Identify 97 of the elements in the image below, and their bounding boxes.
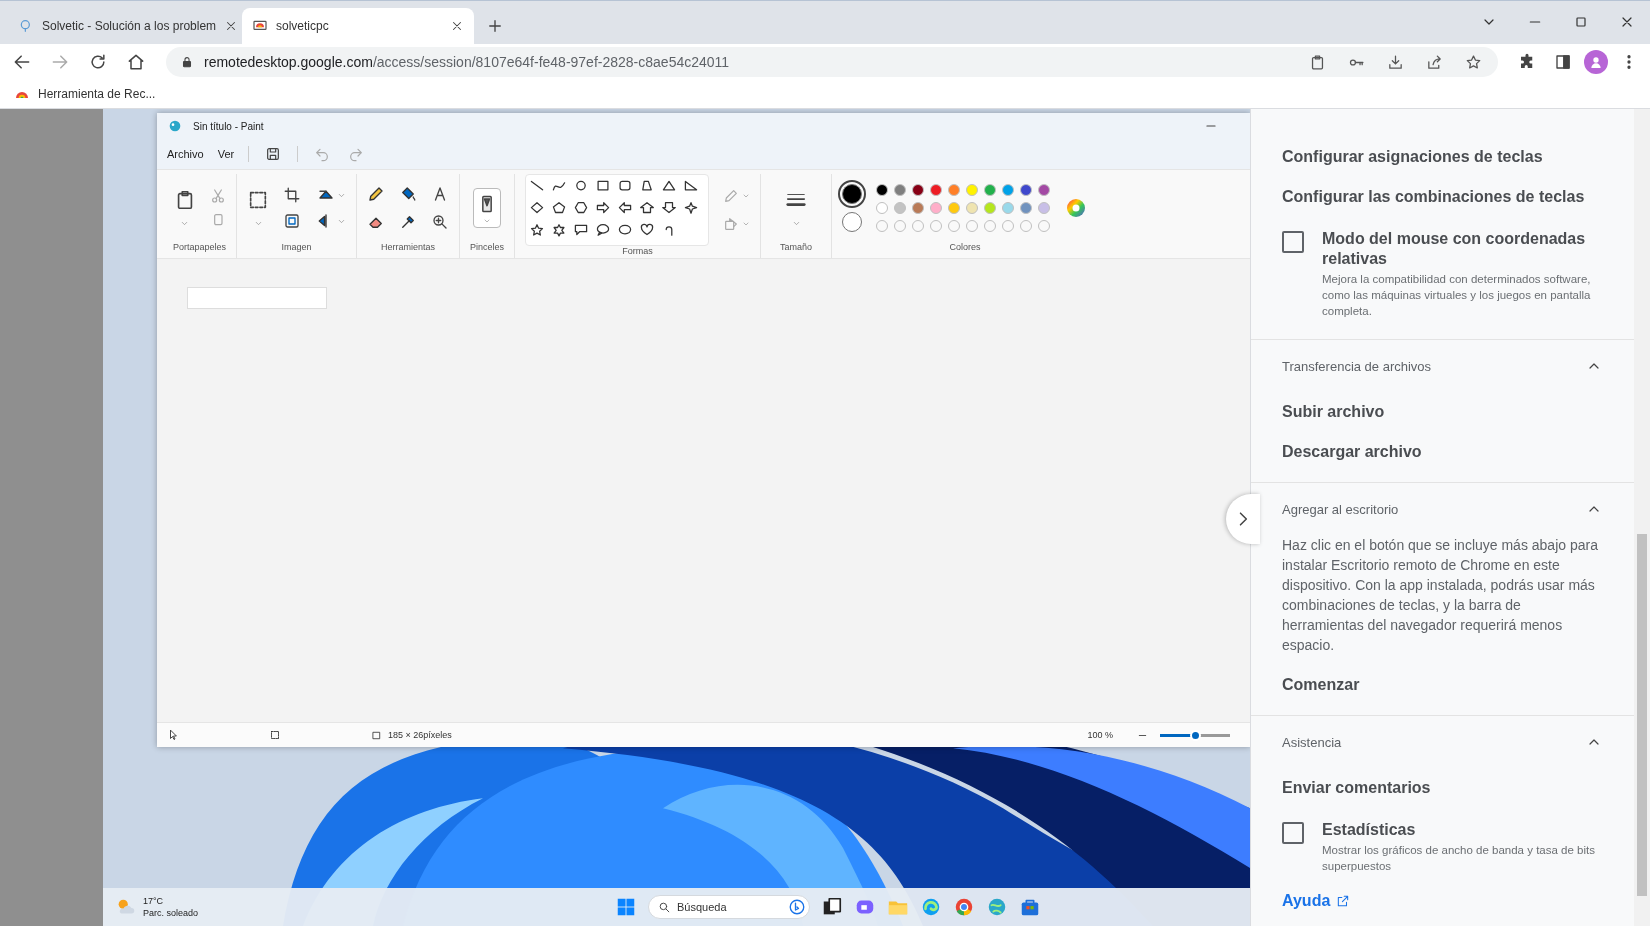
- help-link[interactable]: Ayuda: [1282, 892, 1351, 910]
- fill-bucket-icon[interactable]: [399, 185, 418, 203]
- menu-item[interactable]: Configurar las combinaciones de teclas: [1251, 177, 1634, 217]
- color-swatch[interactable]: [876, 184, 889, 196]
- star-icon[interactable]: [1465, 53, 1482, 71]
- checkbox-description: Mostrar los gráficos de ancho de banda y tasa de bits superpuestos: [1322, 843, 1596, 874]
- selection-icon: [269, 729, 281, 741]
- checkbox-description: Mejora la compatibilidad con determinados software, como las máquinas virtuales y los juegos en pantalla completa.: [1322, 272, 1592, 319]
- lock-icon[interactable]: [180, 55, 194, 69]
- canvas-size-icon: [371, 729, 382, 741]
- person-icon: [1588, 54, 1604, 70]
- maximize-icon[interactable]: [1573, 14, 1589, 30]
- forward-icon[interactable]: [50, 52, 70, 72]
- color-swatch[interactable]: [948, 202, 961, 214]
- scissors-icon[interactable]: [209, 188, 226, 204]
- chrome-icon[interactable]: [953, 896, 975, 918]
- avatar[interactable]: [1584, 50, 1608, 74]
- external-link-icon: [1336, 894, 1351, 908]
- menu-item[interactable]: Comenzar: [1251, 665, 1634, 705]
- reload-icon[interactable]: [88, 52, 108, 72]
- group-label: Colores: [949, 242, 981, 254]
- bookmark[interactable]: Herramienta de Rec...: [14, 86, 156, 102]
- undo-icon[interactable]: [314, 146, 331, 162]
- color-swatch[interactable]: [1038, 184, 1051, 196]
- color-swatch[interactable]: [894, 184, 907, 196]
- menu-item[interactable]: Configurar asignaciones de teclas: [1251, 137, 1634, 177]
- browser-tab[interactable]: Solvetic - Solución a los problem: [8, 8, 240, 44]
- checkbox[interactable]: [1282, 231, 1304, 253]
- caret-icon[interactable]: [742, 220, 751, 228]
- section-header[interactable]: Agregar al escritorio: [1263, 483, 1634, 535]
- current-color-swatch[interactable]: [842, 184, 863, 204]
- clipboard-icon[interactable]: [1309, 53, 1326, 71]
- canvas-size: 185 × 26píxeles: [388, 730, 452, 740]
- paint-palette-icon: [167, 118, 183, 134]
- new-tab-icon[interactable]: [486, 17, 504, 35]
- slider-thumb[interactable]: [1190, 729, 1201, 741]
- fill-icon[interactable]: [723, 216, 740, 232]
- color-swatch[interactable]: [1020, 184, 1033, 196]
- color-swatch[interactable]: [930, 202, 943, 214]
- color-swatch[interactable]: [984, 202, 997, 214]
- search-icon: [658, 901, 671, 914]
- menu-item[interactable]: Subir archivo: [1251, 392, 1634, 432]
- home-icon[interactable]: [126, 52, 146, 72]
- color-swatch[interactable]: [966, 184, 979, 196]
- pointer-icon: [167, 729, 179, 741]
- window-title: Sin título - Paint: [193, 120, 264, 132]
- globe-icon[interactable]: [986, 896, 1008, 918]
- group-label: Tamaño: [780, 242, 813, 254]
- temperature: 17°C: [143, 895, 165, 907]
- weather-condition: Parc. soleado: [143, 907, 199, 919]
- install-icon[interactable]: [1387, 53, 1404, 71]
- browser-tab[interactable]: solveticpc: [242, 8, 474, 44]
- close-icon[interactable]: [450, 19, 464, 33]
- crop-icon[interactable]: [283, 186, 302, 204]
- zoom-level: 100 %: [1087, 730, 1113, 740]
- color-swatch[interactable]: [894, 202, 907, 214]
- menu-item[interactable]: Descargar archivo: [1251, 432, 1634, 472]
- windows-start-icon[interactable]: [615, 896, 637, 918]
- color-swatch[interactable]: [912, 202, 925, 214]
- browser-wave-icon[interactable]: [920, 896, 942, 918]
- group-label: Imagen: [281, 242, 312, 254]
- color-swatch[interactable]: [912, 184, 925, 196]
- caret-icon[interactable]: [483, 217, 492, 225]
- side-panel-icon[interactable]: [1554, 53, 1572, 71]
- description-text: Haz clic en el botón que se incluye más abajo para instalar Escritorio remoto de Chrome en este dispositivo. Con la app instalada, podrás usar más combinaciones de teclas, y la barra de herramientas del navegador requerirá menos espacio.: [1282, 536, 1599, 655]
- color-swatch[interactable]: [1002, 184, 1015, 196]
- color-swatch[interactable]: [930, 184, 943, 196]
- scrollbar[interactable]: [1634, 109, 1650, 926]
- group-label: Formas: [622, 246, 653, 258]
- color-swatch[interactable]: [948, 184, 961, 196]
- group-label: Pinceles: [470, 242, 505, 254]
- group-label: Herramientas: [381, 242, 436, 254]
- menu-item[interactable]: Enviar comentarios: [1251, 768, 1634, 808]
- checkbox[interactable]: [1282, 822, 1304, 844]
- search-field[interactable]: Búsqueda: [648, 895, 810, 919]
- color-swatch[interactable]: [1020, 202, 1033, 214]
- redo-icon[interactable]: [348, 146, 365, 162]
- save-icon[interactable]: [265, 146, 282, 162]
- brush-button[interactable]: [473, 188, 502, 228]
- color-swatch[interactable]: [1038, 202, 1051, 214]
- group-label: Portapapeles: [173, 242, 227, 254]
- resize-icon[interactable]: [283, 212, 302, 230]
- bing-icon[interactable]: [788, 898, 806, 916]
- outline-icon[interactable]: [723, 188, 740, 204]
- menu-item[interactable]: Ver: [217, 148, 235, 160]
- color-swatch[interactable]: [1002, 202, 1015, 214]
- color-swatch[interactable]: [876, 202, 889, 214]
- color-swatch[interactable]: [966, 202, 979, 214]
- checkbox-label: Modo del mouse con coordenadas relativas: [1322, 229, 1587, 269]
- current-color-swatch[interactable]: [842, 212, 863, 232]
- color-swatch[interactable]: [984, 184, 997, 196]
- section-header[interactable]: Asistencia: [1263, 716, 1634, 768]
- menu-item[interactable]: Archivo: [167, 148, 204, 160]
- caret-icon[interactable]: [742, 192, 751, 200]
- section-header[interactable]: Transferencia de archivos: [1263, 340, 1634, 392]
- share-icon[interactable]: [1426, 53, 1443, 71]
- checkbox-label: Estadísticas: [1322, 820, 1417, 840]
